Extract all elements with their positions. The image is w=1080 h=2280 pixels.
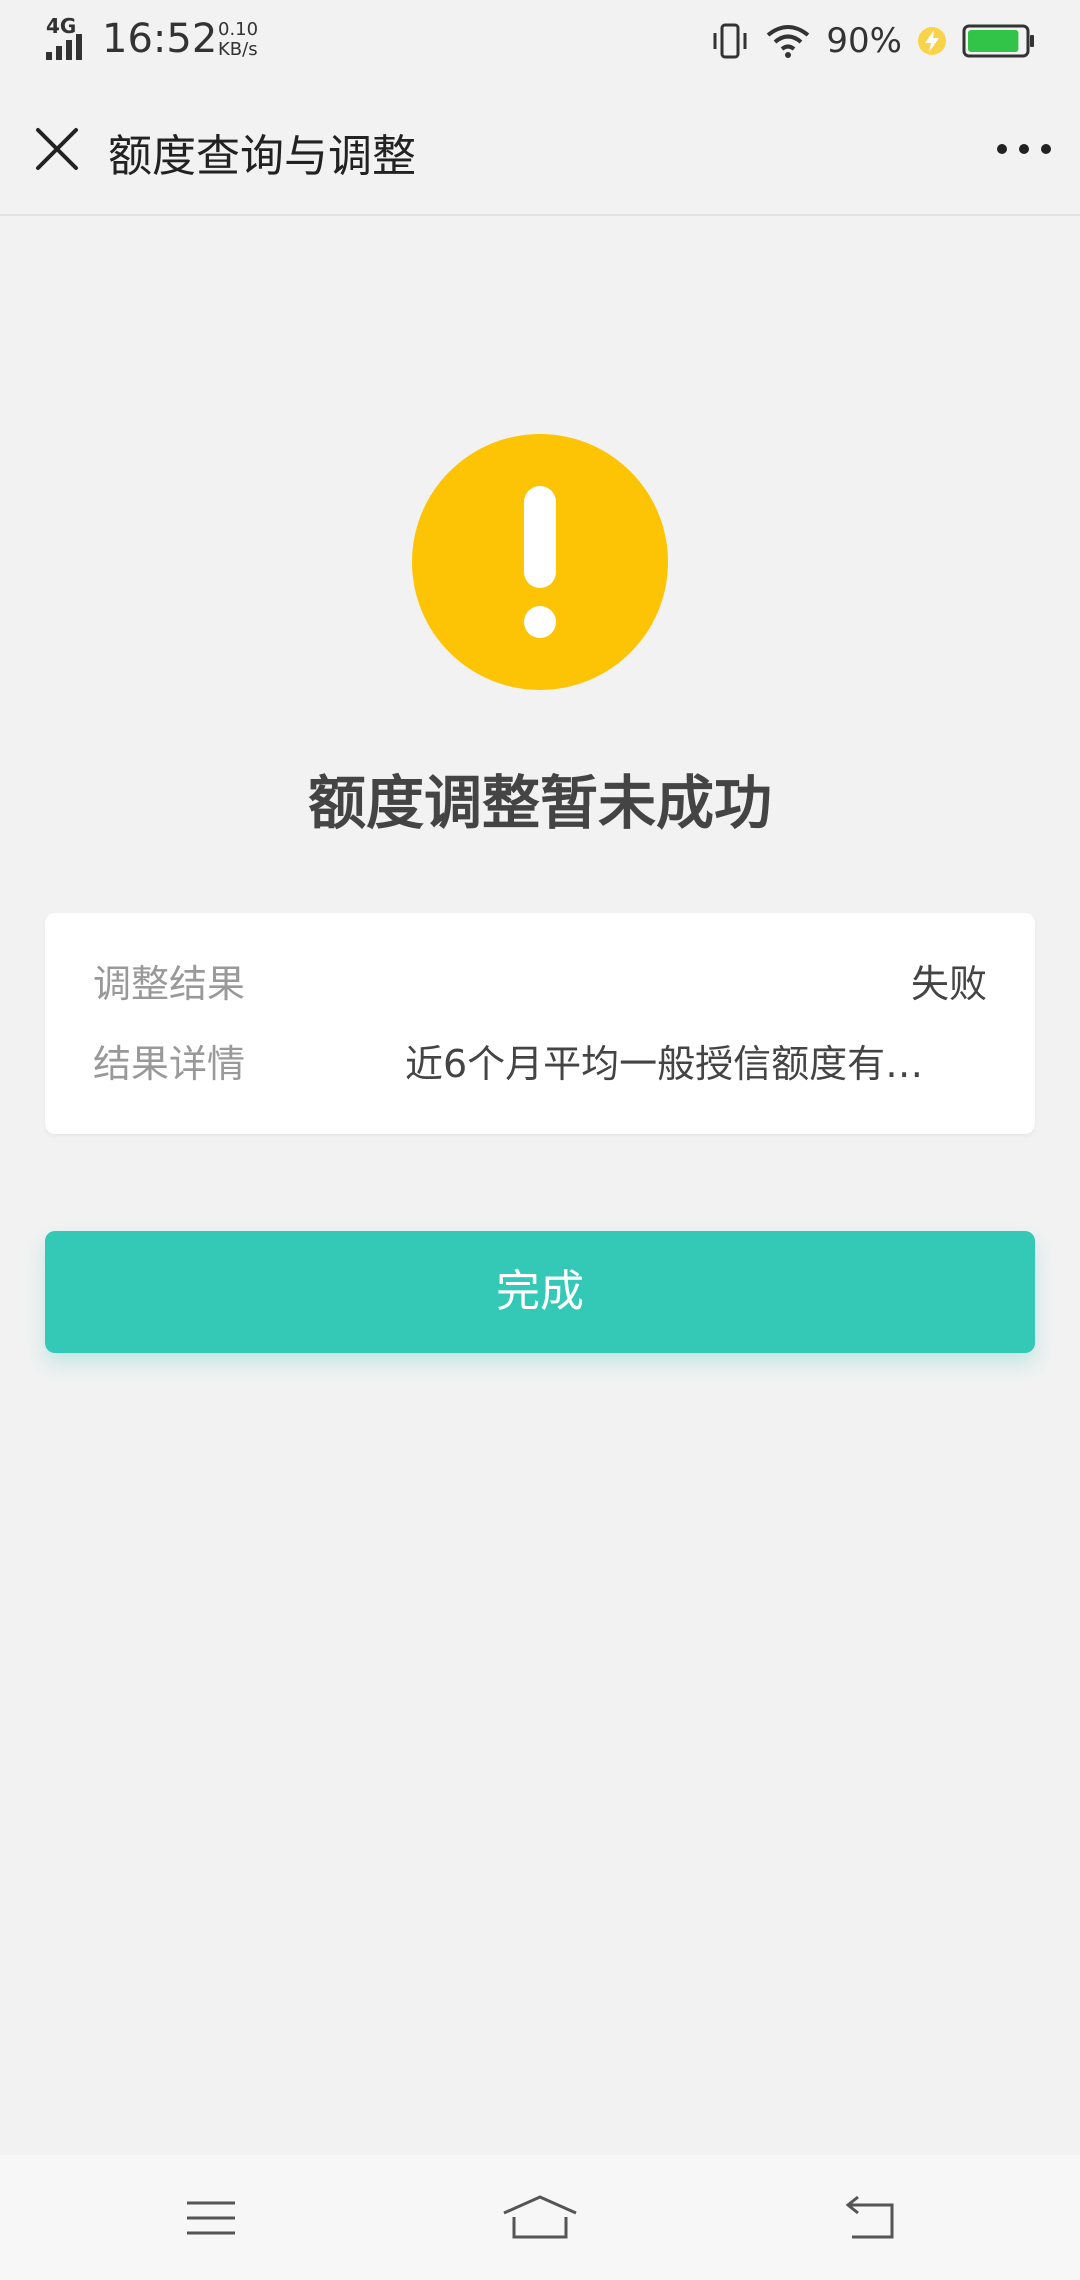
speed-unit: KB/s	[218, 39, 258, 60]
network-speed: 0.10 KB/s	[218, 20, 258, 60]
home-icon[interactable]	[500, 2193, 580, 2243]
nav-bar: 额度查询与调整	[0, 84, 1080, 216]
result-title: 额度调整暂未成功	[307, 769, 772, 837]
warning-icon	[412, 434, 668, 690]
result-row: 调整结果 失败	[93, 953, 987, 1013]
close-icon[interactable]	[30, 122, 84, 176]
warning-icon-bar	[524, 486, 556, 588]
battery-icon	[962, 24, 1034, 58]
clock: 16:52	[102, 16, 218, 62]
more-icon[interactable]	[988, 122, 1060, 176]
back-icon[interactable]	[840, 2193, 900, 2243]
menu-icon[interactable]	[181, 2193, 241, 2243]
charging-icon	[918, 27, 946, 55]
wifi-icon	[767, 25, 810, 58]
system-nav-bar	[0, 2155, 1080, 2280]
result-label: 调整结果	[93, 962, 246, 1006]
battery-percent: 90%	[826, 21, 902, 61]
result-value: 失败	[910, 962, 987, 1006]
done-button[interactable]: 完成	[45, 1231, 1035, 1353]
warning-icon-dot	[524, 606, 556, 638]
status-icons: 90%	[710, 16, 1036, 66]
detail-label: 结果详情	[93, 1042, 246, 1086]
result-card: 调整结果 失败 结果详情 近6个月平均一般授信额度有…	[45, 913, 1035, 1134]
detail-value[interactable]: 近6个月平均一般授信额度有…	[405, 1033, 965, 1088]
detail-row[interactable]: 结果详情 近6个月平均一般授信额度有…	[93, 1033, 987, 1093]
page-title: 额度查询与调整	[108, 131, 416, 182]
speed-value: 0.10	[218, 19, 259, 40]
status-bar: 4G 16:52 0.10 KB/s 90%	[0, 0, 1080, 84]
vibrate-icon	[713, 23, 747, 59]
signal-icon	[46, 34, 82, 60]
